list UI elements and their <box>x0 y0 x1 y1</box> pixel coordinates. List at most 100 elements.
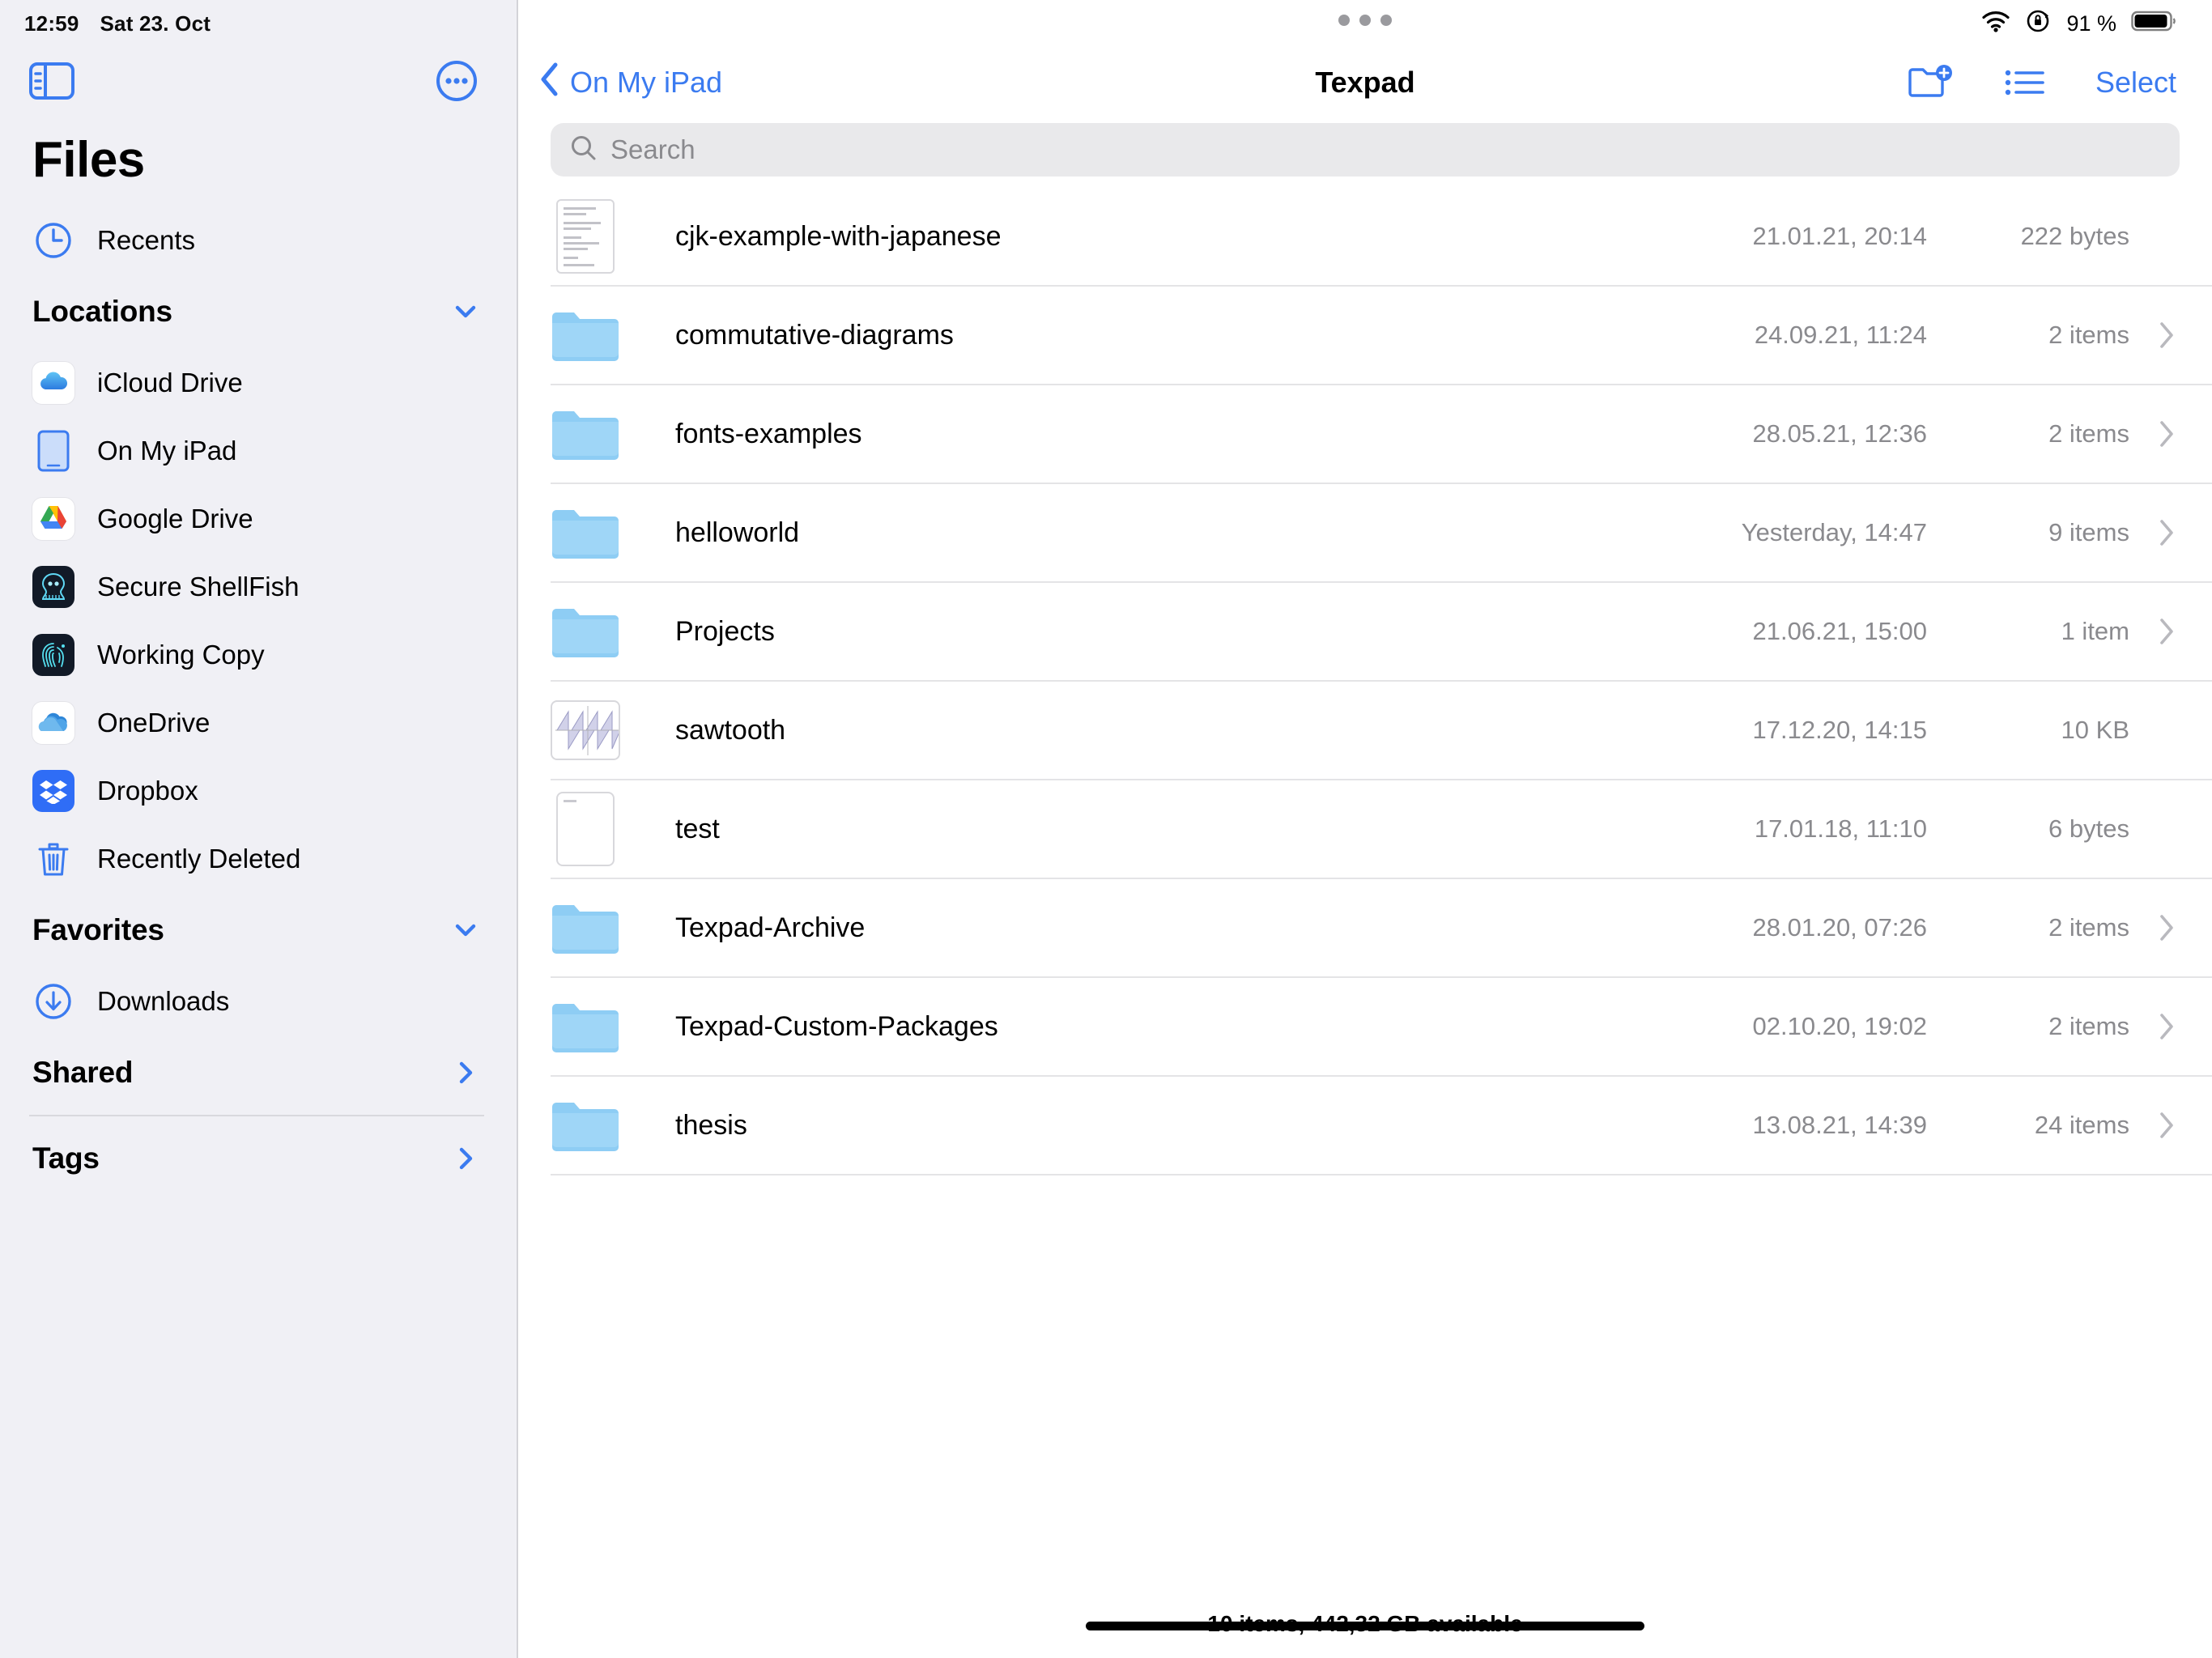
folder-icon <box>551 399 620 469</box>
search-input[interactable] <box>610 134 2160 165</box>
table-row[interactable]: commutative-diagrams 24.09.21, 11:24 2 i… <box>551 287 2212 385</box>
file-size: 9 items <box>2048 518 2129 546</box>
file-name: sawtooth <box>675 714 786 746</box>
folder-icon <box>551 597 620 666</box>
clock-icon <box>32 219 74 261</box>
chevron-down-icon[interactable] <box>452 298 479 325</box>
file-name: Texpad-Custom-Packages <box>675 1010 998 1042</box>
folder-icon <box>551 992 620 1061</box>
sidebar-item-dropbox[interactable]: Dropbox <box>0 757 517 825</box>
chevron-right-icon <box>2144 1011 2176 1042</box>
table-row[interactable]: Projects 21.06.21, 15:00 1 item <box>551 583 2212 682</box>
file-name: fonts-examples <box>675 418 862 449</box>
navigation-bar: On My iPad Texpad Select <box>518 47 2212 118</box>
chevron-left-icon <box>539 62 560 104</box>
sidebar-section-favorites[interactable]: Favorites <box>0 893 517 967</box>
status-bar-time: 12:59 <box>24 11 79 36</box>
sawtooth-plot-thumbnail <box>551 695 620 765</box>
google-drive-icon <box>32 498 74 540</box>
folder-icon <box>551 1090 620 1160</box>
sidebar-toggle-icon[interactable] <box>29 62 74 100</box>
status-bar-date: Sat 23. Oct <box>100 11 211 36</box>
table-row[interactable]: fonts-examples 28.05.21, 12:36 2 items <box>551 385 2212 484</box>
file-list: cjk-example-with-japanese 21.01.21, 20:1… <box>518 188 2212 1611</box>
table-row[interactable]: Texpad-Custom-Packages 02.10.20, 19:02 2… <box>551 978 2212 1077</box>
section-title: Favorites <box>32 913 164 946</box>
list-view-icon[interactable] <box>2005 67 2045 98</box>
sidebar-item-onedrive[interactable]: OneDrive <box>0 689 517 757</box>
file-date: 24.09.21, 11:24 <box>1754 321 1927 349</box>
chevron-down-icon[interactable] <box>452 916 479 944</box>
sidebar-item-label: Downloads <box>97 986 230 1016</box>
battery-icon <box>2131 10 2176 38</box>
rotation-lock-icon <box>2026 8 2052 40</box>
dropbox-icon <box>32 770 74 812</box>
back-button[interactable]: On My iPad <box>539 62 722 104</box>
file-name: cjk-example-with-japanese <box>675 220 1002 252</box>
folder-icon <box>551 300 620 370</box>
chevron-right-icon <box>2144 1110 2176 1141</box>
file-size: 2 items <box>2048 419 2129 448</box>
table-row[interactable]: helloworld Yesterday, 14:47 9 items <box>551 484 2212 583</box>
sidebar-item-working-copy[interactable]: Working Copy <box>0 621 517 689</box>
sidebar-item-label: Recents <box>97 225 196 255</box>
search-icon <box>570 134 598 166</box>
file-size: 24 items <box>2034 1111 2129 1139</box>
file-date: 02.10.20, 19:02 <box>1752 1012 1927 1040</box>
table-row[interactable]: thesis 13.08.21, 14:39 24 items <box>551 1077 2212 1175</box>
sidebar-item-label: Dropbox <box>97 776 198 806</box>
sidebar-item-label: OneDrive <box>97 708 211 738</box>
sidebar-item-downloads[interactable]: Downloads <box>0 967 517 1035</box>
file-date: Yesterday, 14:47 <box>1741 518 1927 546</box>
chevron-right-icon <box>2144 616 2176 647</box>
file-name: helloworld <box>675 517 800 548</box>
navigation-actions: Select <box>1908 64 2176 101</box>
blank-document-thumbnail <box>551 792 620 866</box>
file-date: 21.06.21, 15:00 <box>1752 617 1927 645</box>
back-button-label: On My iPad <box>570 66 723 99</box>
sidebar-section-locations[interactable]: Locations <box>0 274 517 349</box>
select-button[interactable]: Select <box>2095 66 2176 100</box>
sidebar-section-tags[interactable]: Tags <box>0 1121 517 1196</box>
file-size: 2 items <box>2048 1012 2129 1040</box>
main-content: 91 % On My iPad Texpad Select Search cjk… <box>518 0 2212 1658</box>
status-footer: 10 items, 442,32 GB available <box>518 1611 2212 1658</box>
sidebar-divider <box>29 1115 484 1116</box>
table-row[interactable]: cjk-example-with-japanese 21.01.21, 20:1… <box>551 188 2212 287</box>
search-bar[interactable] <box>551 123 2180 176</box>
table-row[interactable]: Texpad-Archive 28.01.20, 07:26 2 items <box>551 879 2212 978</box>
sidebar-item-google-drive[interactable]: Google Drive <box>0 485 517 553</box>
sidebar-item-icloud-drive[interactable]: iCloud Drive <box>0 349 517 417</box>
text-document-thumbnail <box>551 199 620 274</box>
file-size: 6 bytes <box>2048 814 2129 843</box>
sidebar-item-label: On My iPad <box>97 436 237 466</box>
handle-dot <box>1338 15 1350 26</box>
chevron-right-icon[interactable] <box>452 1059 479 1086</box>
sidebar-item-secure-shellfish[interactable]: Secure ShellFish <box>0 553 517 621</box>
sidebar-item-recents[interactable]: Recents <box>0 206 517 274</box>
table-row[interactable]: test 17.01.18, 11:10 6 bytes <box>551 780 2212 879</box>
sidebar-section-shared[interactable]: Shared <box>0 1035 517 1110</box>
sidebar-item-on-my-ipad[interactable]: On My iPad <box>0 417 517 485</box>
onedrive-icon <box>32 702 74 744</box>
sidebar-item-label: Secure ShellFish <box>97 572 300 602</box>
sidebar-item-recently-deleted[interactable]: Recently Deleted <box>0 825 517 893</box>
folder-icon <box>551 498 620 568</box>
multitasking-handle[interactable] <box>1338 15 1392 26</box>
file-name: Texpad-Archive <box>675 912 866 943</box>
status-bar-left: 12:59 Sat 23. Oct <box>0 0 517 47</box>
download-circle-icon <box>32 980 74 1022</box>
section-title: Shared <box>32 1056 134 1089</box>
folder-icon <box>551 893 620 963</box>
new-folder-icon[interactable] <box>1908 64 1955 101</box>
table-row[interactable]: sawtooth 17.12.20, 14:15 10 KB <box>551 682 2212 780</box>
file-date: 17.12.20, 14:15 <box>1752 716 1927 744</box>
file-size: 2 items <box>2048 913 2129 942</box>
file-size: 10 KB <box>2061 716 2129 744</box>
file-name: commutative-diagrams <box>675 319 954 351</box>
home-indicator[interactable] <box>1086 1622 1644 1630</box>
chevron-right-icon[interactable] <box>452 1145 479 1172</box>
more-circle-icon[interactable] <box>436 60 478 102</box>
section-title: Tags <box>32 1141 100 1175</box>
sidebar-item-label: Google Drive <box>97 504 253 534</box>
